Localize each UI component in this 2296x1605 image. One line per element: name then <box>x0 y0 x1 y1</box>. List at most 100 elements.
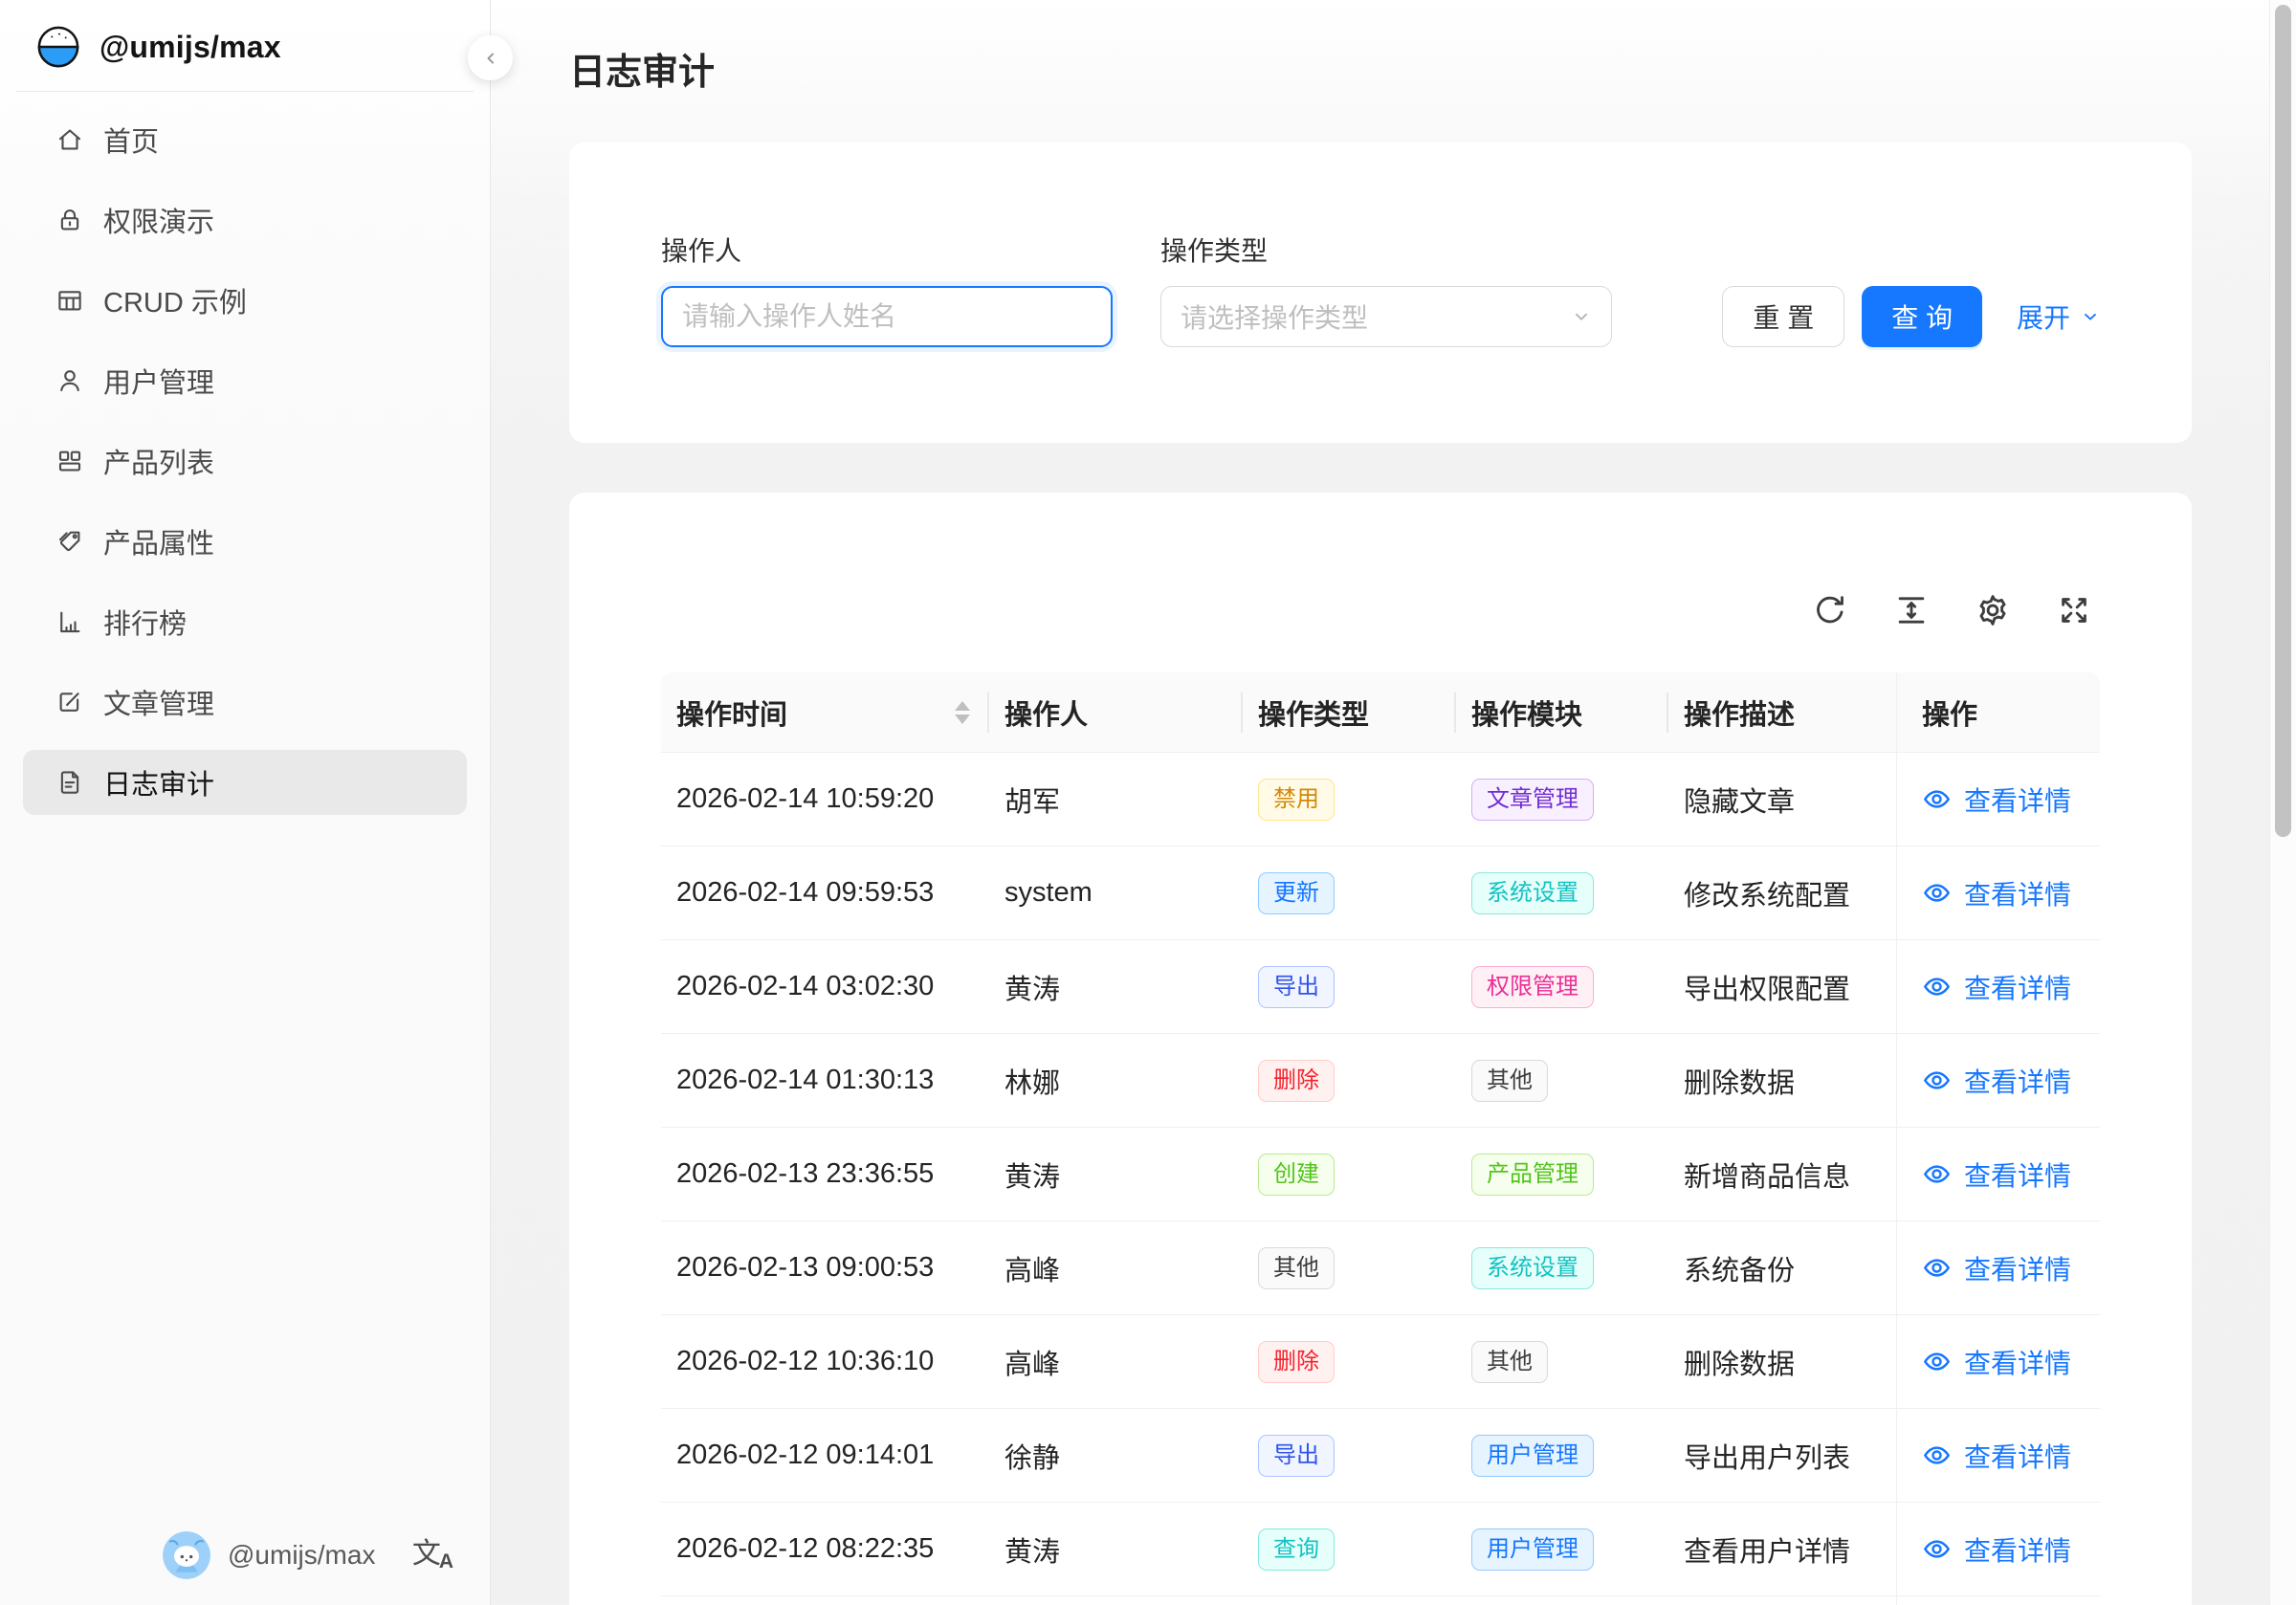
eye-icon <box>1922 1253 1952 1283</box>
fullscreen-button[interactable] <box>2056 592 2092 628</box>
eye-icon <box>1922 878 1952 908</box>
user-avatar <box>163 1531 210 1579</box>
operator-input[interactable] <box>661 286 1113 347</box>
column-header-action: 操作 <box>1896 672 2099 752</box>
cell-user: 高峰 <box>989 1315 1243 1408</box>
sidebar-collapse-button[interactable] <box>468 35 513 80</box>
module-tag: 权限管理 <box>1471 966 1594 1008</box>
eye-icon <box>1922 1440 1952 1470</box>
operator-label: 操作人 <box>661 231 1113 269</box>
column-header-module: 操作模块 <box>1456 672 1668 752</box>
table-row: 2026-02-14 03:02:30 黄涛 导出 权限管理 导出权限配置 查看… <box>661 940 2100 1034</box>
view-detail-link[interactable]: 查看详情 <box>1922 781 2071 819</box>
density-button[interactable] <box>1893 592 1930 628</box>
bar-chart-icon <box>55 607 84 636</box>
sidebar-item-crud-example[interactable]: CRUD 示例 <box>23 268 467 333</box>
view-detail-link[interactable]: 查看详情 <box>1922 1155 2071 1194</box>
brand-title: @umijs/max <box>99 30 281 65</box>
sidebar-item-label: 排行榜 <box>103 602 187 642</box>
cell-user: system <box>989 846 1243 939</box>
eye-icon <box>1922 1534 1952 1564</box>
sidebar-item-user-management[interactable]: 用户管理 <box>23 348 467 413</box>
select-placeholder: 请选择操作类型 <box>1181 297 1368 336</box>
sidebar-item-label: 日志审计 <box>103 762 214 802</box>
translate-icon: 文 <box>412 1540 441 1569</box>
cell-time: 2026-02-12 10:36:10 <box>661 1315 989 1408</box>
lock-icon <box>55 206 84 234</box>
chevron-down-icon <box>2081 307 2100 326</box>
operation-type-tag: 导出 <box>1258 1435 1335 1477</box>
cell-desc: 删除数据 <box>1668 1315 1896 1408</box>
chevron-left-icon <box>481 49 500 68</box>
operation-type-tag: 创建 <box>1258 1154 1335 1196</box>
sidebar-item-ranking[interactable]: 排行榜 <box>23 589 467 654</box>
operation-type-select[interactable]: 请选择操作类型 <box>1160 286 1612 347</box>
sidebar-item-article-management[interactable]: 文章管理 <box>23 670 467 735</box>
sidebar-item-label: 用户管理 <box>103 361 214 401</box>
view-detail-link[interactable]: 查看详情 <box>1922 874 2071 912</box>
file-text-icon <box>55 768 84 797</box>
eye-icon <box>1922 1347 1952 1376</box>
cell-desc: 导出权限配置 <box>1668 940 1896 1033</box>
cell-user: 黄涛 <box>989 940 1243 1033</box>
column-sorter[interactable] <box>955 701 970 724</box>
sidebar-item-label: 首页 <box>103 120 159 160</box>
sidebar-item-product-list[interactable]: 产品列表 <box>23 429 467 494</box>
operator-field: 操作人 <box>661 231 1113 347</box>
reload-button[interactable] <box>1812 592 1848 628</box>
cell-user: 胡军 <box>989 753 1243 846</box>
cell-user: 高峰 <box>989 1221 1243 1314</box>
operation-type-label: 操作类型 <box>1160 231 1612 269</box>
cell-user: 林娜 <box>989 1034 1243 1127</box>
view-detail-link[interactable]: 查看详情 <box>1922 1437 2071 1475</box>
cell-desc: 导出用户列表 <box>1668 1409 1896 1502</box>
column-header-type: 操作类型 <box>1243 672 1456 752</box>
sidebar-item-home[interactable]: 首页 <box>23 107 467 172</box>
sidebar-item-product-attrs[interactable]: 产品属性 <box>23 509 467 574</box>
gear-icon <box>1975 592 2011 628</box>
table-row: 2026-02-12 08:22:35 黄涛 查询 用户管理 查看用户详情 查看… <box>661 1503 2100 1596</box>
view-detail-link[interactable]: 查看详情 <box>1922 1249 2071 1287</box>
column-height-icon <box>1893 592 1930 628</box>
reset-button[interactable]: 重 置 <box>1722 286 1844 347</box>
query-button[interactable]: 查 询 <box>1862 286 1982 347</box>
sidebar-item-label: 文章管理 <box>103 682 214 722</box>
sidebar-item-label: 权限演示 <box>103 200 214 240</box>
expand-label: 展开 <box>2017 297 2070 336</box>
user-icon <box>55 366 84 395</box>
sidebar-menu: 首页 权限演示 CRUD 示例 用户管理 产品列表 <box>0 92 490 815</box>
cell-desc: 查看用户详情 <box>1668 1503 1896 1595</box>
table-row: 2026-02-13 09:00:53 高峰 其他 系统设置 系统备份 查看详情 <box>661 1221 2100 1315</box>
column-header-desc: 操作描述 <box>1668 672 1896 752</box>
tags-icon <box>55 527 84 556</box>
fullscreen-icon <box>2056 592 2092 628</box>
view-detail-link[interactable]: 查看详情 <box>1922 968 2071 1006</box>
settings-button[interactable] <box>1975 592 2011 628</box>
cell-user: 黄涛 <box>989 1503 1243 1595</box>
table-row: 2026-02-12 09:14:01 徐静 导出 用户管理 导出用户列表 查看… <box>661 1409 2100 1503</box>
product-icon <box>55 447 84 475</box>
view-detail-link[interactable]: 查看详情 <box>1922 1343 2071 1381</box>
operation-type-tag: 删除 <box>1258 1060 1335 1102</box>
sidebar-item-permission-demo[interactable]: 权限演示 <box>23 187 467 253</box>
eye-icon <box>1922 784 1952 814</box>
cell-user: 黄涛 <box>989 1128 1243 1220</box>
column-header-time[interactable]: 操作时间 <box>661 672 989 752</box>
table-body: 2026-02-14 10:59:20 胡军 禁用 文章管理 隐藏文章 查看详情… <box>661 753 2100 1605</box>
language-switch-button[interactable]: 文A <box>412 1540 453 1572</box>
cell-time: 2026-02-13 23:36:55 <box>661 1128 989 1220</box>
sort-caret-down-icon <box>955 715 970 724</box>
log-table: 操作时间 操作人 操作类型 操作模块 操作描述 操作 2026-02-14 10… <box>661 672 2100 1605</box>
table-toolbar <box>661 493 2100 672</box>
sidebar-item-log-audit[interactable]: 日志审计 <box>23 750 467 815</box>
expand-toggle[interactable]: 展开 <box>2017 297 2100 336</box>
module-tag: 用户管理 <box>1471 1435 1594 1477</box>
eye-icon <box>1922 972 1952 1001</box>
view-detail-link[interactable]: 查看详情 <box>1922 1530 2071 1569</box>
reload-icon <box>1812 592 1848 628</box>
filter-actions: 重 置 查 询 展开 <box>1722 286 2100 347</box>
sort-caret-up-icon <box>955 701 970 711</box>
operation-type-tag: 查询 <box>1258 1528 1335 1571</box>
view-detail-link[interactable]: 查看详情 <box>1922 1062 2071 1100</box>
scrollbar-thumb[interactable] <box>2275 5 2291 837</box>
